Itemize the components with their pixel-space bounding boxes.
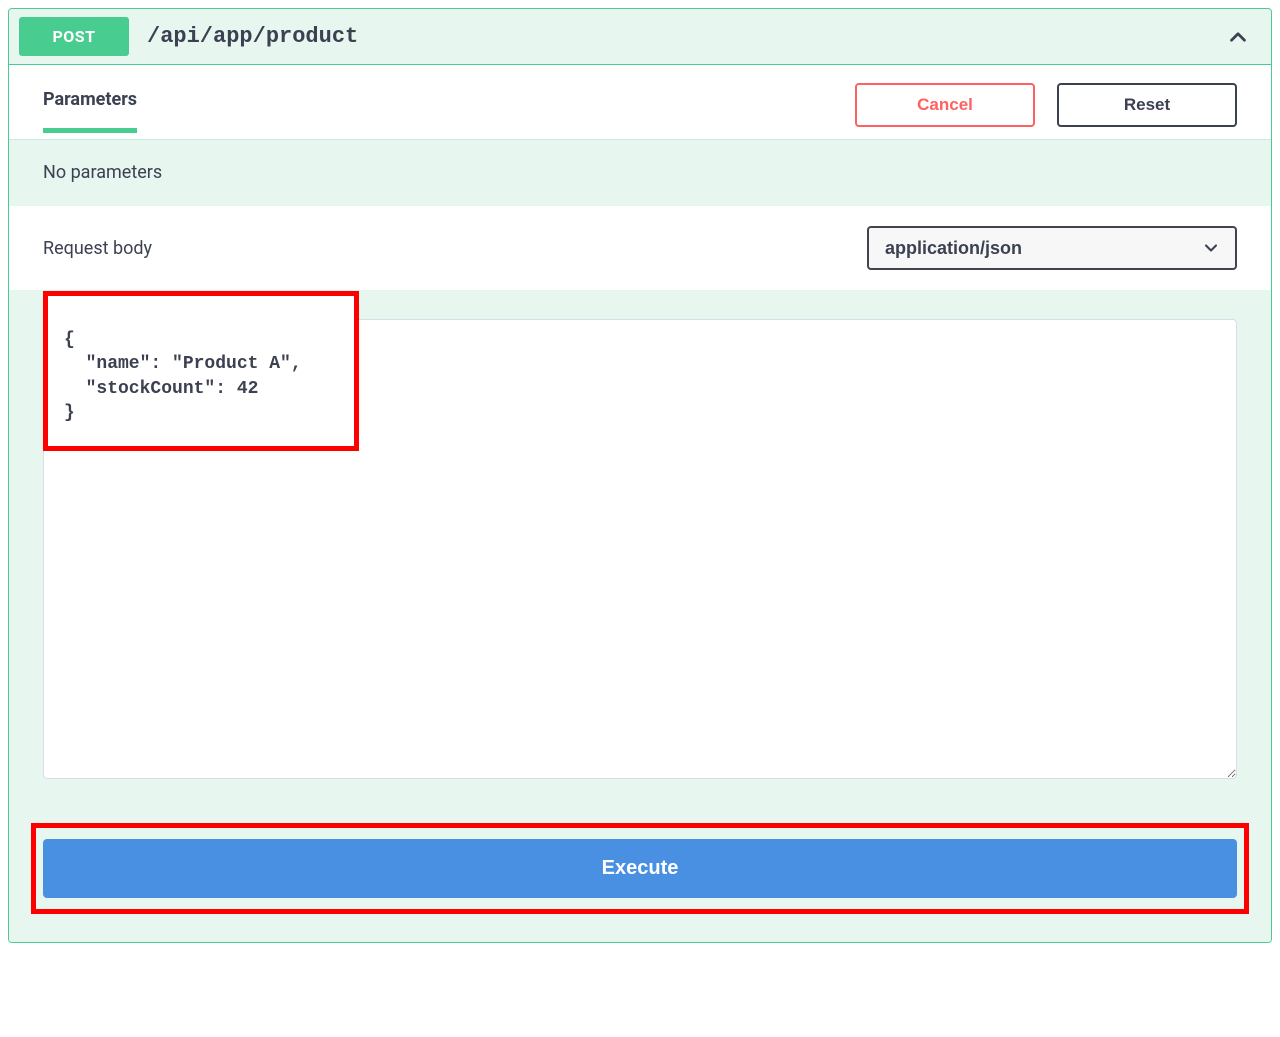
parameters-tab[interactable]: Parameters xyxy=(43,89,137,133)
method-badge: POST xyxy=(19,17,129,56)
parameters-tab-label: Parameters xyxy=(43,89,137,133)
opblock-post: POST /api/app/product Parameters Cancel … xyxy=(8,8,1272,943)
execute-section: Execute xyxy=(9,803,1271,942)
opblock-body: Parameters Cancel Reset No parameters Re… xyxy=(9,65,1271,942)
content-type-select-wrapper: application/json xyxy=(867,226,1237,270)
request-body-header: Request body application/json xyxy=(9,205,1271,291)
cancel-button[interactable]: Cancel xyxy=(855,83,1035,127)
endpoint-path: /api/app/product xyxy=(147,24,1225,49)
parameters-header: Parameters Cancel Reset xyxy=(9,65,1271,139)
content-type-select[interactable]: application/json xyxy=(867,226,1237,270)
no-parameters-message: No parameters xyxy=(9,139,1271,205)
request-body-section: { "name": "Product A", "stockCount": 42 … xyxy=(9,291,1271,803)
header-actions: Cancel Reset xyxy=(855,83,1237,127)
request-body-label: Request body xyxy=(43,238,152,259)
chevron-up-icon xyxy=(1225,24,1251,50)
opblock-summary[interactable]: POST /api/app/product xyxy=(9,9,1271,65)
execute-button[interactable]: Execute xyxy=(43,839,1237,898)
request-body-textarea[interactable] xyxy=(43,319,1237,779)
reset-button[interactable]: Reset xyxy=(1057,83,1237,127)
